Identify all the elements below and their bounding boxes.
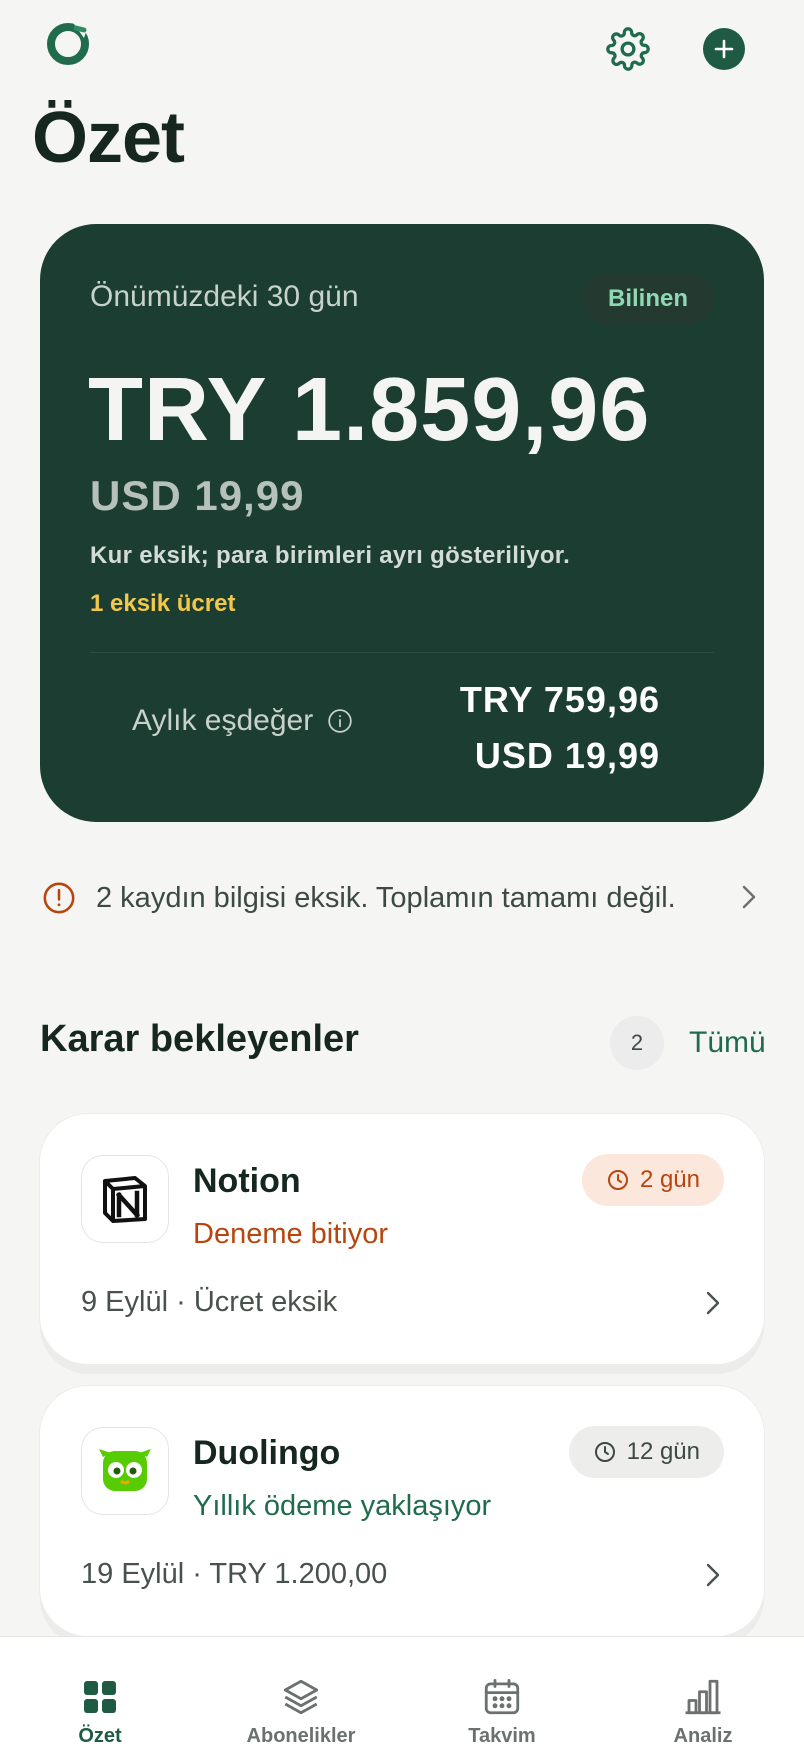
tab-label: Özet: [78, 1725, 122, 1747]
app-name: Notion: [193, 1162, 301, 1200]
missing-fee-note: 1 eksik ücret: [90, 590, 236, 617]
days-left-badge: 2 gün: [581, 1154, 724, 1206]
page-title: Özet: [32, 98, 185, 178]
gear-icon: [606, 27, 650, 71]
chevron-right-icon: [706, 1291, 720, 1315]
add-subscription-button[interactable]: [703, 28, 745, 70]
settings-button[interactable]: [603, 24, 653, 74]
section-title: Karar bekleyenler: [40, 1018, 359, 1060]
calendar-icon: [480, 1675, 524, 1719]
incomplete-records-alert[interactable]: 2 kaydın bilgisi eksik. Toplamın tamamı …: [40, 872, 764, 924]
app-logo-icon: [44, 20, 92, 68]
status-badge: Bilinen: [581, 274, 714, 324]
see-all-link[interactable]: Tümü: [689, 1026, 766, 1060]
bottom-tab-bar: Özet Abonelikler Takvim Analiz: [0, 1636, 804, 1748]
plus-icon: [714, 39, 734, 59]
tab-ozet[interactable]: Özet: [0, 1637, 200, 1748]
days-left-badge: 12 gün: [568, 1426, 724, 1478]
monthly-value-try: TRY 759,96: [459, 679, 660, 720]
clock-icon: [594, 1442, 615, 1462]
warning-info-icon: [43, 882, 75, 914]
info-icon[interactable]: [327, 708, 353, 734]
alert-text: 2 kaydın bilgisi eksik. Toplamın tamamı …: [96, 881, 676, 914]
tab-takvim[interactable]: Takvim: [402, 1637, 602, 1748]
app-meta: 9 Eylül · Ücret eksik: [81, 1286, 338, 1318]
bar-chart-icon: [681, 1675, 725, 1719]
monthly-value-usd: USD 19,99: [474, 735, 660, 776]
total-amount: TRY 1.859,96: [88, 360, 651, 460]
monthly-equivalent-values: TRY 759,96 USD 19,99: [360, 672, 660, 784]
top-bar: [0, 0, 804, 100]
duolingo-logo-icon: [81, 1427, 169, 1515]
grid-icon: [78, 1675, 122, 1719]
chevron-right-icon: [706, 1563, 720, 1587]
monthly-equivalent-text: Aylık eşdeğer: [132, 704, 314, 737]
tab-abonelikler[interactable]: Abonelikler: [201, 1637, 401, 1748]
tab-label: Abonelikler: [246, 1725, 356, 1747]
pending-card[interactable]: Duolingo Yıllık ödeme yaklaşıyor 12 gün …: [40, 1386, 764, 1636]
secondary-amount: USD 19,99: [90, 472, 305, 519]
monthly-equivalent-label: Aylık eşdeğer: [132, 704, 353, 738]
summary-period: Önümüzdeki 30 gün: [90, 280, 359, 313]
clock-icon: [607, 1170, 628, 1190]
app-name: Duolingo: [193, 1434, 341, 1472]
layers-icon: [279, 1675, 323, 1719]
app-status: Yıllık ödeme yaklaşıyor: [193, 1490, 492, 1522]
notion-logo-icon: [81, 1155, 169, 1243]
pending-count-badge: 2: [610, 1016, 664, 1070]
pending-card[interactable]: Notion Deneme bitiyor 2 gün 9 Eylül · Üc…: [40, 1114, 764, 1364]
divider: [90, 652, 714, 653]
days-left-text: 12 gün: [626, 1438, 700, 1465]
currency-note: Kur eksik; para birimleri ayrı gösterili…: [90, 542, 571, 569]
days-left-text: 2 gün: [639, 1166, 700, 1193]
tab-label: Takvim: [468, 1725, 536, 1747]
app-meta: 19 Eylül · TRY 1.200,00: [81, 1558, 388, 1590]
summary-card[interactable]: Önümüzdeki 30 gün Bilinen TRY 1.859,96 U…: [40, 224, 764, 822]
tab-analiz[interactable]: Analiz: [603, 1637, 803, 1748]
tab-label: Analiz: [673, 1725, 733, 1747]
app-status: Deneme bitiyor: [193, 1218, 389, 1250]
chevron-right-icon: [742, 885, 756, 909]
